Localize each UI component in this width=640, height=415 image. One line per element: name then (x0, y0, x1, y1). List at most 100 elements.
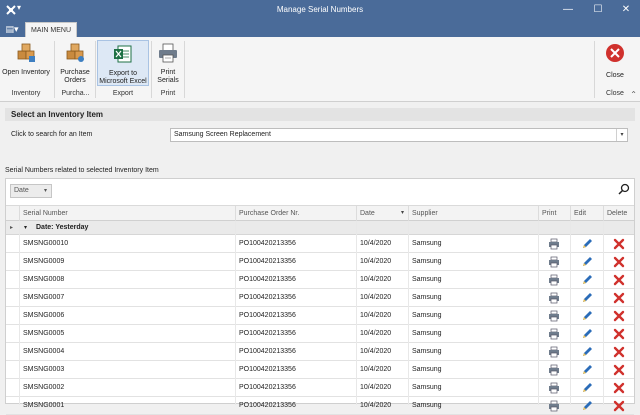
edit-icon[interactable] (581, 328, 593, 340)
delete-icon[interactable] (613, 238, 625, 250)
serial-number-cell[interactable]: SMSNG0001 (20, 397, 235, 415)
edit-icon[interactable] (581, 400, 593, 412)
serial-number-cell[interactable]: SMSNG0004 (20, 343, 235, 361)
edit-icon[interactable] (581, 310, 593, 322)
table-row[interactable]: SMSNG0006 PO100420213356 10/4/2020 Samsung (6, 307, 634, 325)
serial-number-cell[interactable]: SMSNG0006 (20, 307, 235, 325)
date-cell[interactable]: 10/4/2020 (357, 235, 408, 253)
edit-icon[interactable] (581, 382, 593, 394)
date-cell[interactable]: 10/4/2020 (357, 271, 408, 289)
edit-icon[interactable] (581, 238, 593, 250)
edit-icon[interactable] (581, 364, 593, 376)
print-serials-button[interactable]: Print Serials (154, 40, 182, 86)
supplier-cell[interactable]: Samsung (409, 361, 538, 379)
tab-main-menu[interactable]: MAIN MENU (25, 22, 77, 37)
print-icon[interactable] (548, 274, 560, 286)
delete-icon[interactable] (613, 310, 625, 322)
table-row[interactable]: SMSNG0004 PO100420213356 10/4/2020 Samsung (6, 343, 634, 361)
purchase-order-cell[interactable]: PO100420213356 (236, 271, 356, 289)
group-by-date-button[interactable]: Date ▾ (10, 184, 52, 198)
table-row[interactable]: SMSNG0003 PO100420213356 10/4/2020 Samsung (6, 361, 634, 379)
edit-icon[interactable] (581, 274, 593, 286)
supplier-cell[interactable]: Samsung (409, 307, 538, 325)
print-icon[interactable] (548, 400, 560, 412)
supplier-cell[interactable]: Samsung (409, 289, 538, 307)
delete-icon[interactable] (613, 256, 625, 268)
column-header-po[interactable]: Purchase Order Nr. (235, 206, 356, 221)
date-cell[interactable]: 10/4/2020 (357, 343, 408, 361)
minimize-button[interactable]: — (554, 0, 582, 20)
edit-icon[interactable] (581, 346, 593, 358)
purchase-order-cell[interactable]: PO100420213356 (236, 397, 356, 415)
print-icon[interactable] (548, 328, 560, 340)
purchase-order-cell[interactable]: PO100420213356 (236, 289, 356, 307)
close-button[interactable]: Close (600, 40, 630, 86)
serial-number-cell[interactable]: SMSNG0009 (20, 253, 235, 271)
purchase-order-cell[interactable]: PO100420213356 (236, 379, 356, 397)
column-header-delete[interactable]: Delete (603, 206, 634, 221)
table-row[interactable]: SMSNG0007 PO100420213356 10/4/2020 Samsung (6, 289, 634, 307)
supplier-cell[interactable]: Samsung (409, 253, 538, 271)
print-icon[interactable] (548, 346, 560, 358)
purchase-order-cell[interactable]: PO100420213356 (236, 343, 356, 361)
print-icon[interactable] (548, 364, 560, 376)
serial-number-cell[interactable]: SMSNG0007 (20, 289, 235, 307)
supplier-cell[interactable]: Samsung (409, 235, 538, 253)
group-row-yesterday[interactable]: ▸ ▾ Date: Yesterday (6, 221, 634, 235)
delete-icon[interactable] (613, 328, 625, 340)
purchase-order-cell[interactable]: PO100420213356 (236, 361, 356, 379)
table-row[interactable]: SMSNG00010 PO100420213356 10/4/2020 Samsung (6, 235, 634, 253)
purchase-order-cell[interactable]: PO100420213356 (236, 325, 356, 343)
print-icon[interactable] (548, 292, 560, 304)
inventory-item-combobox[interactable]: Samsung Screen Replacement ▾ (170, 128, 628, 142)
column-header-serial[interactable]: Serial Number (19, 206, 235, 221)
serial-number-cell[interactable]: SMSNG0002 (20, 379, 235, 397)
print-icon[interactable] (548, 256, 560, 268)
column-header-date[interactable]: Date ▾ (356, 206, 408, 221)
search-icon[interactable] (618, 183, 630, 195)
print-icon[interactable] (548, 382, 560, 394)
delete-icon[interactable] (613, 346, 625, 358)
date-cell[interactable]: 10/4/2020 (357, 289, 408, 307)
table-row[interactable]: SMSNG0008 PO100420213356 10/4/2020 Samsung (6, 271, 634, 289)
maximize-button[interactable]: ☐ (584, 0, 612, 20)
purchase-orders-button[interactable]: Purchase Orders (57, 40, 93, 86)
date-cell[interactable]: 10/4/2020 (357, 253, 408, 271)
date-cell[interactable]: 10/4/2020 (357, 307, 408, 325)
edit-icon[interactable] (581, 256, 593, 268)
table-row[interactable]: SMSNG0005 PO100420213356 10/4/2020 Samsung (6, 325, 634, 343)
table-row[interactable]: SMSNG0001 PO100420213356 10/4/2020 Samsung (6, 397, 634, 415)
supplier-cell[interactable]: Samsung (409, 343, 538, 361)
supplier-cell[interactable]: Samsung (409, 271, 538, 289)
date-cell[interactable]: 10/4/2020 (357, 361, 408, 379)
delete-icon[interactable] (613, 382, 625, 394)
print-icon[interactable] (548, 238, 560, 250)
delete-icon[interactable] (613, 292, 625, 304)
collapse-ribbon-button[interactable]: ⌃ (630, 90, 637, 99)
column-header-print[interactable]: Print (538, 206, 570, 221)
delete-icon[interactable] (613, 274, 625, 286)
serial-number-cell[interactable]: SMSNG00010 (20, 235, 235, 253)
supplier-cell[interactable]: Samsung (409, 397, 538, 415)
date-cell[interactable]: 10/4/2020 (357, 397, 408, 415)
delete-icon[interactable] (613, 400, 625, 412)
table-row[interactable]: SMSNG0009 PO100420213356 10/4/2020 Samsung (6, 253, 634, 271)
print-icon[interactable] (548, 310, 560, 322)
column-header-edit[interactable]: Edit (570, 206, 603, 221)
close-window-button[interactable]: ✕ (612, 0, 640, 20)
open-inventory-button[interactable]: Open Inventory (1, 40, 51, 86)
collapse-group-icon[interactable]: ▾ (24, 221, 27, 235)
chevron-down-icon[interactable]: ▾ (616, 129, 627, 141)
column-header-supplier[interactable]: Supplier (408, 206, 538, 221)
export-excel-button[interactable]: Export to Microsoft Excel (97, 40, 149, 86)
date-cell[interactable]: 10/4/2020 (357, 379, 408, 397)
date-cell[interactable]: 10/4/2020 (357, 325, 408, 343)
serial-number-cell[interactable]: SMSNG0008 (20, 271, 235, 289)
table-row[interactable]: SMSNG0002 PO100420213356 10/4/2020 Samsung (6, 379, 634, 397)
supplier-cell[interactable]: Samsung (409, 379, 538, 397)
purchase-order-cell[interactable]: PO100420213356 (236, 235, 356, 253)
serial-number-cell[interactable]: SMSNG0005 (20, 325, 235, 343)
delete-icon[interactable] (613, 364, 625, 376)
supplier-cell[interactable]: Samsung (409, 325, 538, 343)
purchase-order-cell[interactable]: PO100420213356 (236, 253, 356, 271)
